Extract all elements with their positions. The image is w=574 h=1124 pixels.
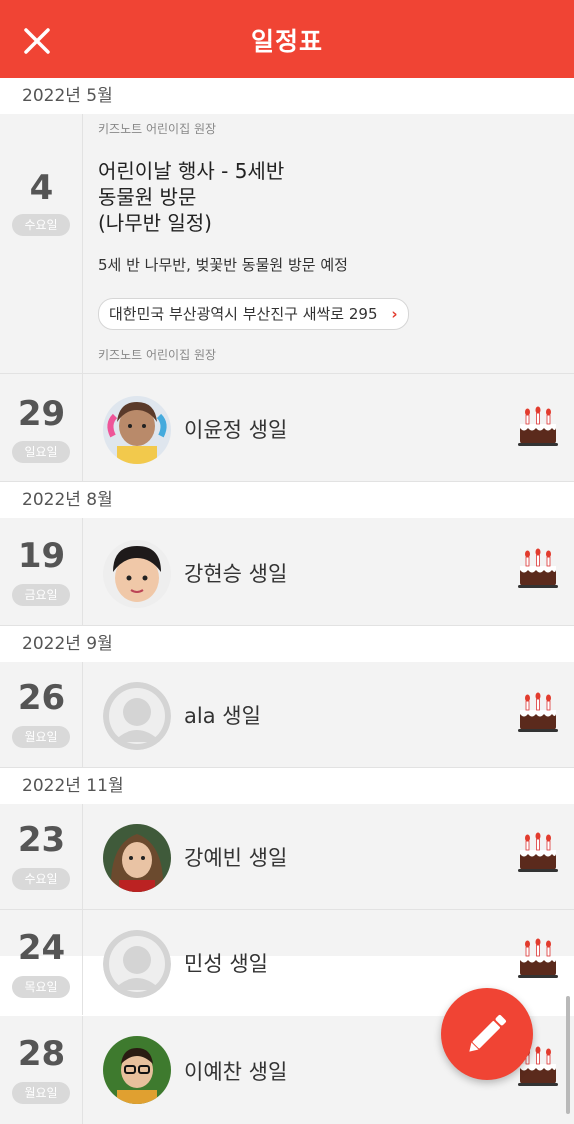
default-avatar-icon bbox=[103, 930, 171, 998]
event-title-line: 동물원 방문 bbox=[98, 185, 197, 209]
day-number: 19 bbox=[17, 536, 66, 576]
month-header: 2022년 9월 bbox=[0, 626, 574, 662]
day-number: 23 bbox=[17, 820, 66, 860]
event-title-line: (나무반 일정) bbox=[98, 211, 212, 235]
avatar bbox=[103, 540, 171, 608]
birthday-row[interactable]: 26 월요일 ala 생일 bbox=[0, 662, 574, 768]
avatar bbox=[103, 396, 171, 464]
location-button[interactable]: 대한민국 부산광역시 부산진구 새싹로 295 › bbox=[98, 298, 409, 330]
scrollbar[interactable] bbox=[566, 996, 570, 1114]
birthday-cake-icon bbox=[517, 692, 559, 734]
birthday-name: 민성 생일 bbox=[184, 952, 268, 976]
date-column: 29 일요일 bbox=[0, 374, 83, 481]
day-number: 4 bbox=[29, 168, 54, 208]
day-number: 29 bbox=[17, 394, 66, 434]
app-header: 일정표 bbox=[0, 0, 574, 78]
month-header: 2022년 11월 bbox=[0, 768, 574, 804]
event-title-line: 어린이날 행사 - 5세반 bbox=[98, 159, 285, 183]
event-author: 키즈노트 어린이집 원장 bbox=[98, 122, 217, 136]
date-column: 19 금요일 bbox=[0, 518, 83, 625]
date-column: 23 수요일 bbox=[0, 804, 83, 909]
day-number: 28 bbox=[17, 1034, 66, 1074]
weekday-badge: 월요일 bbox=[12, 726, 70, 748]
event-author: 키즈노트 어린이집 원장 bbox=[98, 348, 217, 362]
weekday-badge: 금요일 bbox=[12, 584, 70, 606]
birthday-row[interactable]: 19 금요일 강현승 생일 bbox=[0, 518, 574, 626]
weekday-badge: 일요일 bbox=[12, 441, 70, 463]
date-column: 4 수요일 bbox=[0, 114, 83, 373]
birthday-row[interactable]: 29 일요일 이윤정 생일 bbox=[0, 374, 574, 482]
birthday-name: 이윤정 생일 bbox=[184, 418, 288, 442]
weekday-badge: 목요일 bbox=[12, 976, 70, 998]
birthday-cake-icon bbox=[517, 938, 559, 980]
event-title: 어린이날 행사 - 5세반 동물원 방문 (나무반 일정) bbox=[98, 158, 528, 236]
day-number: 26 bbox=[17, 678, 66, 718]
birthday-cake-icon bbox=[517, 406, 559, 448]
event-description: 5세 반 나무반, 벚꽃반 동물원 방문 예정 bbox=[98, 256, 348, 274]
page-title: 일정표 bbox=[250, 27, 323, 56]
weekday-badge: 수요일 bbox=[12, 214, 70, 236]
event-row[interactable]: 4 수요일 키즈노트 어린이집 원장 어린이날 행사 - 5세반 동물원 방문 … bbox=[0, 114, 574, 374]
pencil-icon bbox=[469, 1015, 506, 1052]
month-header: 2022년 5월 bbox=[0, 78, 574, 114]
date-column: 26 월요일 bbox=[0, 662, 83, 767]
birthday-name: 강예빈 생일 bbox=[184, 846, 288, 870]
chevron-right-icon: › bbox=[391, 305, 398, 323]
weekday-badge: 월요일 bbox=[12, 1082, 70, 1104]
date-column: 24 목요일 bbox=[0, 910, 83, 1015]
location-text: 대한민국 부산광역시 부산진구 새싹로 295 bbox=[109, 305, 378, 323]
weekday-badge: 수요일 bbox=[12, 868, 70, 890]
birthday-name: 이예찬 생일 bbox=[184, 1060, 288, 1084]
avatar bbox=[103, 824, 171, 892]
compose-fab-button[interactable] bbox=[441, 988, 533, 1080]
birthday-cake-icon bbox=[517, 832, 559, 874]
avatar bbox=[103, 1036, 171, 1104]
day-number: 24 bbox=[17, 928, 66, 968]
birthday-name: ala 생일 bbox=[184, 704, 261, 728]
birthday-cake-icon bbox=[517, 548, 559, 590]
birthday-name: 강현승 생일 bbox=[184, 562, 288, 586]
date-column: 28 월요일 bbox=[0, 1016, 83, 1124]
default-avatar-icon bbox=[103, 682, 171, 750]
birthday-row[interactable]: 23 수요일 강예빈 생일 bbox=[0, 804, 574, 910]
month-header: 2022년 8월 bbox=[0, 482, 574, 518]
